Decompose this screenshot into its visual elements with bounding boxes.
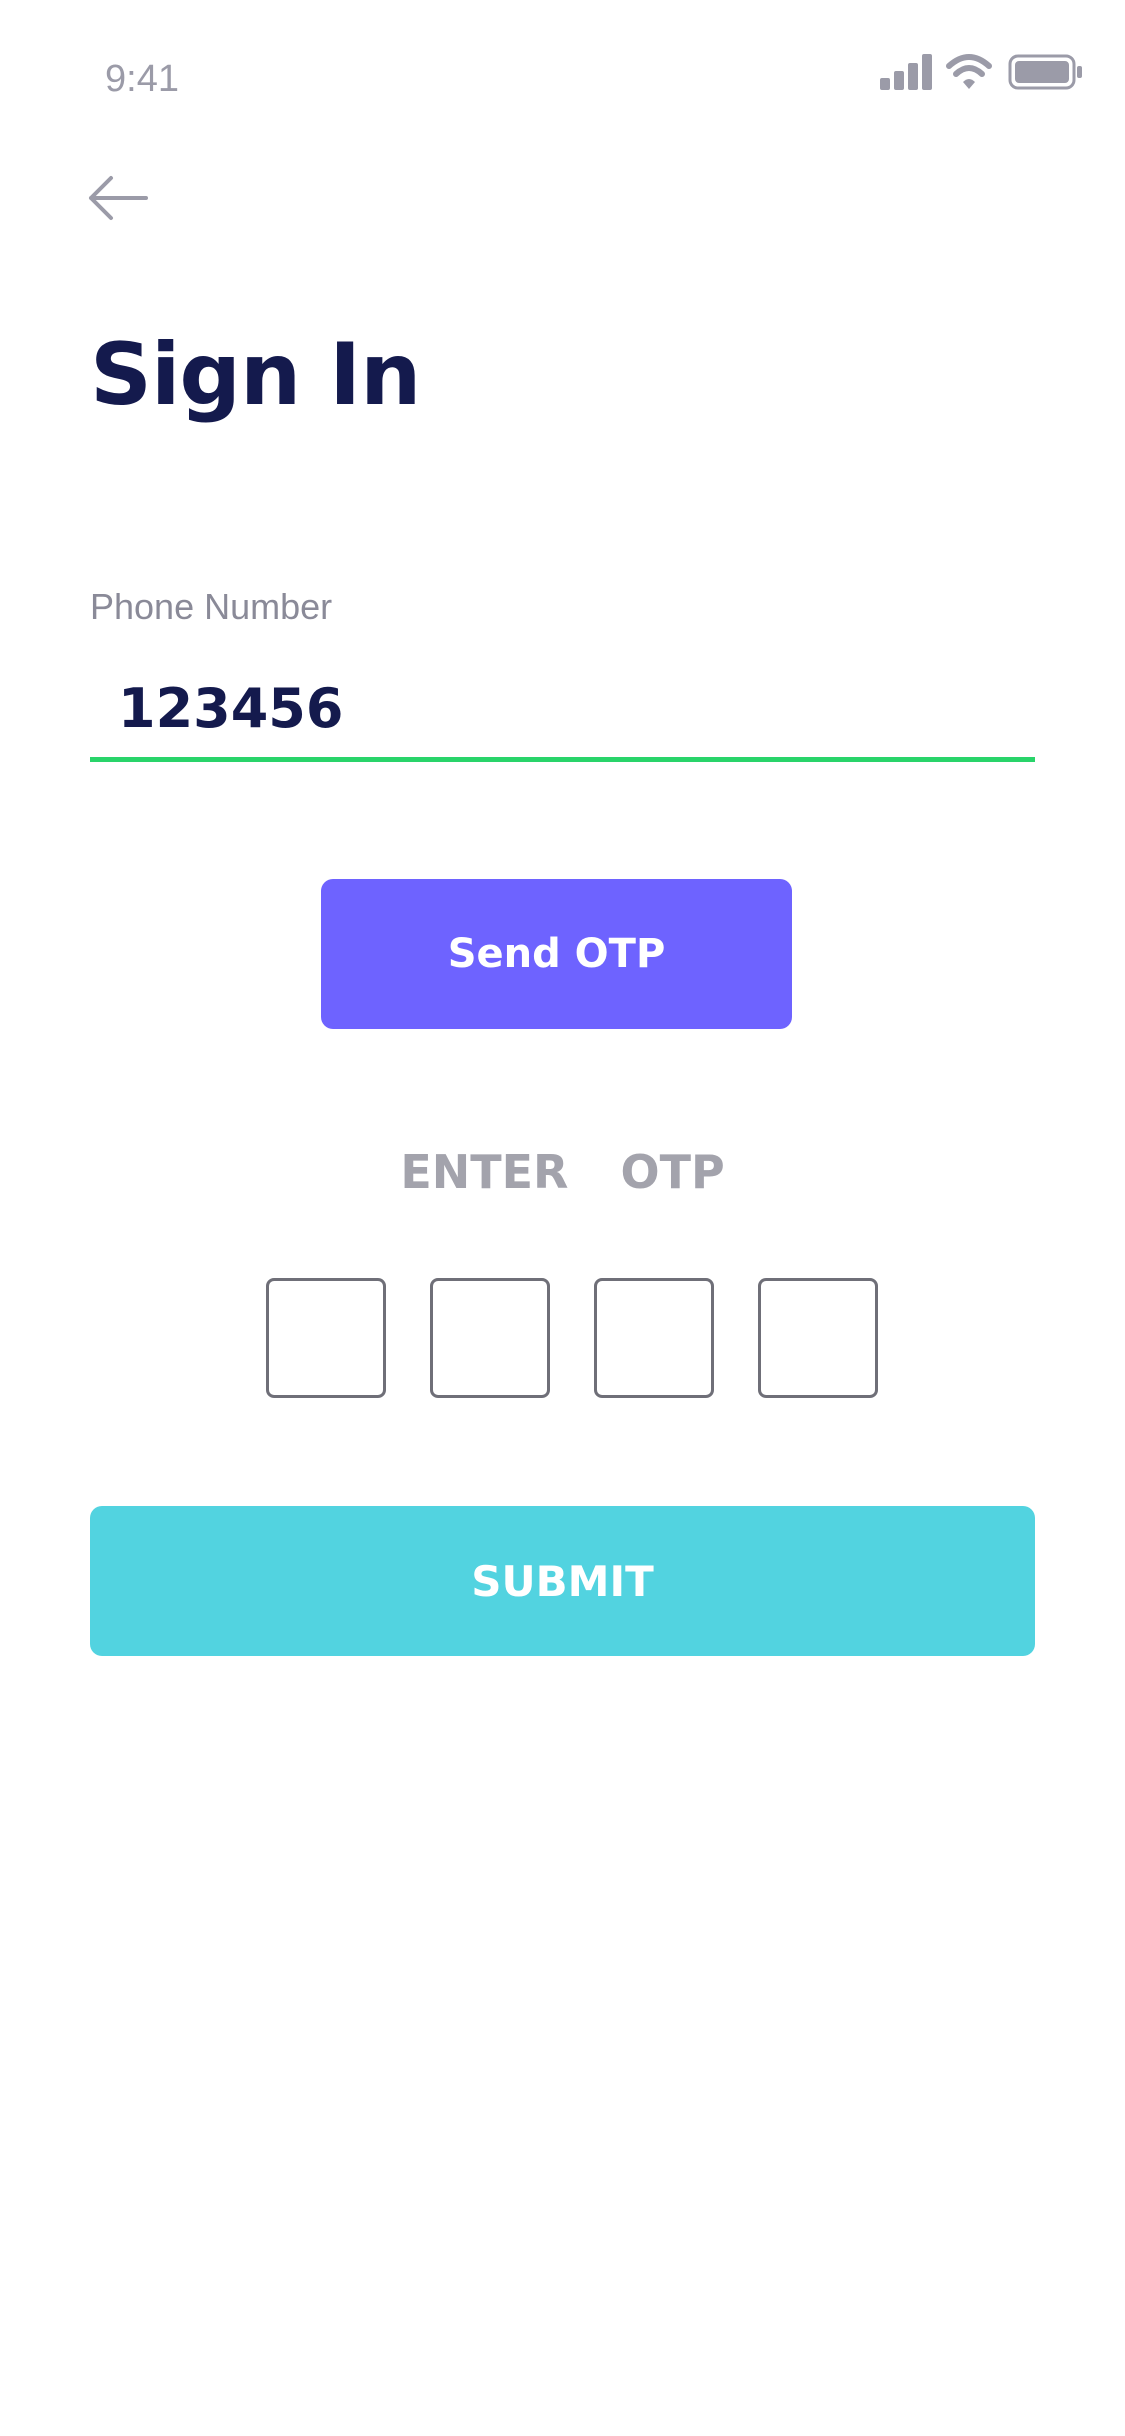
wifi-icon: [946, 54, 992, 89]
status-time: 9:41: [105, 58, 179, 100]
otp-input-group: [266, 1278, 880, 1398]
otp-digit-3[interactable]: [594, 1278, 714, 1398]
phone-number-input[interactable]: [90, 660, 1035, 762]
otp-digit-4[interactable]: [758, 1278, 878, 1398]
back-button[interactable]: [86, 172, 150, 224]
page-title: Sign In: [90, 325, 421, 425]
otp-digit-1[interactable]: [266, 1278, 386, 1398]
otp-digit-2[interactable]: [430, 1278, 550, 1398]
phone-number-label: Phone Number: [90, 586, 333, 627]
cellular-signal-icon: [880, 54, 932, 90]
arrow-left-icon: [89, 176, 148, 220]
submit-button[interactable]: SUBMIT: [90, 1506, 1035, 1656]
enter-otp-label: ENTER OTP: [400, 1145, 725, 1199]
send-otp-button[interactable]: Send OTP: [321, 879, 792, 1029]
status-icons: [880, 52, 1085, 92]
battery-icon: [1008, 54, 1082, 90]
